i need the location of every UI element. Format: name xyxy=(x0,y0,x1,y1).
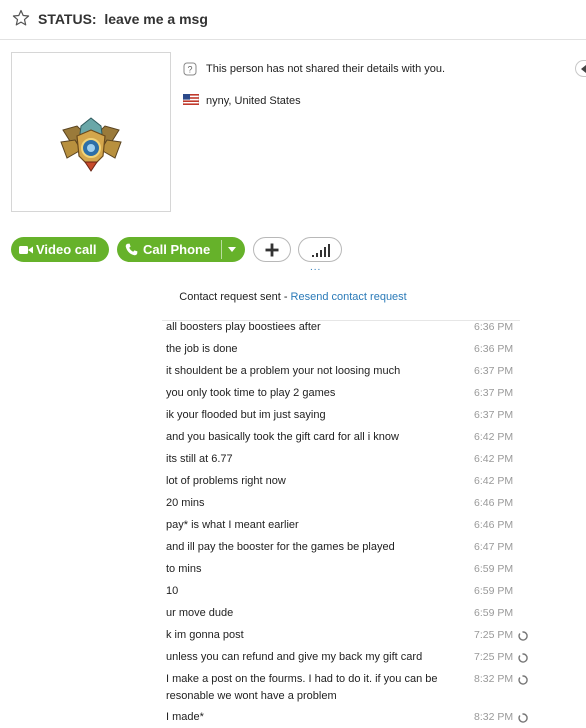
message-timestamp: 6:42 PM xyxy=(474,453,514,465)
phone-icon xyxy=(125,243,138,256)
message-row[interactable]: unless you can refund and give my back m… xyxy=(166,649,546,666)
svg-text:?: ? xyxy=(187,65,192,75)
message-text: the job is done xyxy=(166,343,238,355)
call-phone-label: Call Phone xyxy=(143,242,211,257)
message-timestamp: 6:42 PM xyxy=(474,431,514,443)
message-timestamp: 6:37 PM xyxy=(474,387,514,399)
contact-request-text: Contact request sent - xyxy=(179,291,291,303)
question-icon: ? xyxy=(183,62,197,76)
message-text: ik your flooded but im just saying xyxy=(166,409,326,421)
message-text: 10 xyxy=(166,585,179,597)
call-phone-button[interactable]: Call Phone xyxy=(117,237,245,262)
shared-details-text: This person has not shared their details… xyxy=(206,63,446,75)
message-text: 20 mins xyxy=(166,497,205,509)
message-timestamp: 6:59 PM xyxy=(474,607,514,619)
message-text: its still at 6.77 xyxy=(166,453,233,465)
collapse-profile-button[interactable] xyxy=(575,60,586,77)
plus-icon xyxy=(265,243,279,257)
message-row[interactable]: and you basically took the gift card for… xyxy=(166,429,546,446)
message-row[interactable]: I made* 8:32 PM xyxy=(166,709,546,726)
message-row[interactable]: ur move dude 6:59 PM xyxy=(166,605,546,622)
message-timestamp: 6:59 PM xyxy=(474,563,514,575)
message-row[interactable]: to mins 6:59 PM xyxy=(166,561,546,578)
message-text: ur move dude xyxy=(166,607,234,619)
contact-request-notice: Contact request sent - Resend contact re… xyxy=(0,291,586,303)
message-row[interactable]: you only took time to play 2 games 6:37 P… xyxy=(166,385,546,402)
message-timestamp: 6:42 PM xyxy=(474,475,514,487)
message-row[interactable]: and ill pay the booster for the games be… xyxy=(166,539,546,556)
rank-badge-icon xyxy=(60,117,122,172)
message-text: you only took time to play 2 games xyxy=(166,387,336,399)
message-timestamp: 6:46 PM xyxy=(474,497,514,509)
status-text: STATUS: leave me a msg xyxy=(38,11,208,27)
message-timestamp: 7:25 PM xyxy=(474,651,514,663)
call-quality-button[interactable] xyxy=(298,237,342,262)
button-divider xyxy=(221,240,222,259)
message-timestamp: 6:37 PM xyxy=(474,409,514,421)
message-timestamp: 6:46 PM xyxy=(474,519,514,531)
message-timestamp: 6:37 PM xyxy=(474,365,514,377)
message-row[interactable]: the job is done 6:36 PM xyxy=(166,341,546,358)
message-text: I made* xyxy=(166,711,204,723)
message-text: and ill pay the booster for the games be… xyxy=(166,541,395,553)
sending-spinner-icon xyxy=(518,675,528,685)
avatar[interactable] xyxy=(11,52,171,212)
sending-spinner-icon xyxy=(518,713,528,723)
message-timestamp: 6:59 PM xyxy=(474,585,514,597)
message-text: and you basically took the gift card for… xyxy=(166,431,399,443)
star-icon[interactable] xyxy=(12,9,30,27)
message-timestamp: 8:32 PM xyxy=(474,673,514,685)
message-text: to mins xyxy=(166,563,202,575)
sending-spinner-icon xyxy=(518,631,528,641)
message-text: all boosters play boostiees after xyxy=(166,321,321,333)
message-timestamp: 6:36 PM xyxy=(474,321,514,333)
message-row[interactable]: all boosters play boostiees after 6:36 PM xyxy=(166,319,546,336)
message-text: I make a post on the fourms. I had to do… xyxy=(166,673,438,702)
video-call-button[interactable]: Video call xyxy=(11,237,109,262)
message-timestamp: 6:36 PM xyxy=(474,343,514,355)
message-text: unless you can refund and give my back m… xyxy=(166,651,423,663)
message-row[interactable]: ik your flooded but im just saying 6:37 P… xyxy=(166,407,546,424)
status-message: leave me a msg xyxy=(104,11,208,27)
status-header: STATUS: leave me a msg xyxy=(0,0,586,40)
location-text: nyny, United States xyxy=(206,95,301,107)
more-options-button[interactable]: ... xyxy=(310,262,321,273)
message-text: lot of problems right now xyxy=(166,475,286,487)
video-camera-icon xyxy=(19,246,33,254)
message-text: k im gonna post xyxy=(166,629,244,641)
message-row[interactable]: its still at 6.77 6:42 PM xyxy=(166,451,546,468)
message-text: it shouldent be a problem your not loosi… xyxy=(166,365,401,377)
add-to-call-button[interactable] xyxy=(253,237,291,262)
message-row[interactable]: 10 6:59 PM xyxy=(166,583,546,600)
message-row[interactable]: it shouldent be a problem your not loosi… xyxy=(166,363,546,380)
message-row[interactable]: lot of problems right now 6:42 PM xyxy=(166,473,546,490)
resend-contact-request-link[interactable]: Resend contact request xyxy=(291,291,407,303)
chevron-down-icon[interactable] xyxy=(228,247,236,252)
video-call-label: Video call xyxy=(36,242,97,257)
message-row[interactable]: pay* is what I meant earlier 6:46 PM xyxy=(166,517,546,534)
message-text: pay* is what I meant earlier xyxy=(166,519,299,531)
signal-bars-icon xyxy=(312,244,330,257)
message-row[interactable]: 20 mins 6:46 PM xyxy=(166,495,546,512)
sending-spinner-icon xyxy=(518,653,528,663)
message-row[interactable]: I make a post on the fourms. I had to do… xyxy=(166,671,546,705)
us-flag-icon xyxy=(183,94,199,105)
message-row[interactable]: k im gonna post 7:25 PM xyxy=(166,627,546,644)
message-timestamp: 7:25 PM xyxy=(474,629,514,641)
message-timestamp: 6:47 PM xyxy=(474,541,514,553)
status-label: STATUS: xyxy=(38,11,97,27)
message-timestamp: 8:32 PM xyxy=(474,711,514,723)
